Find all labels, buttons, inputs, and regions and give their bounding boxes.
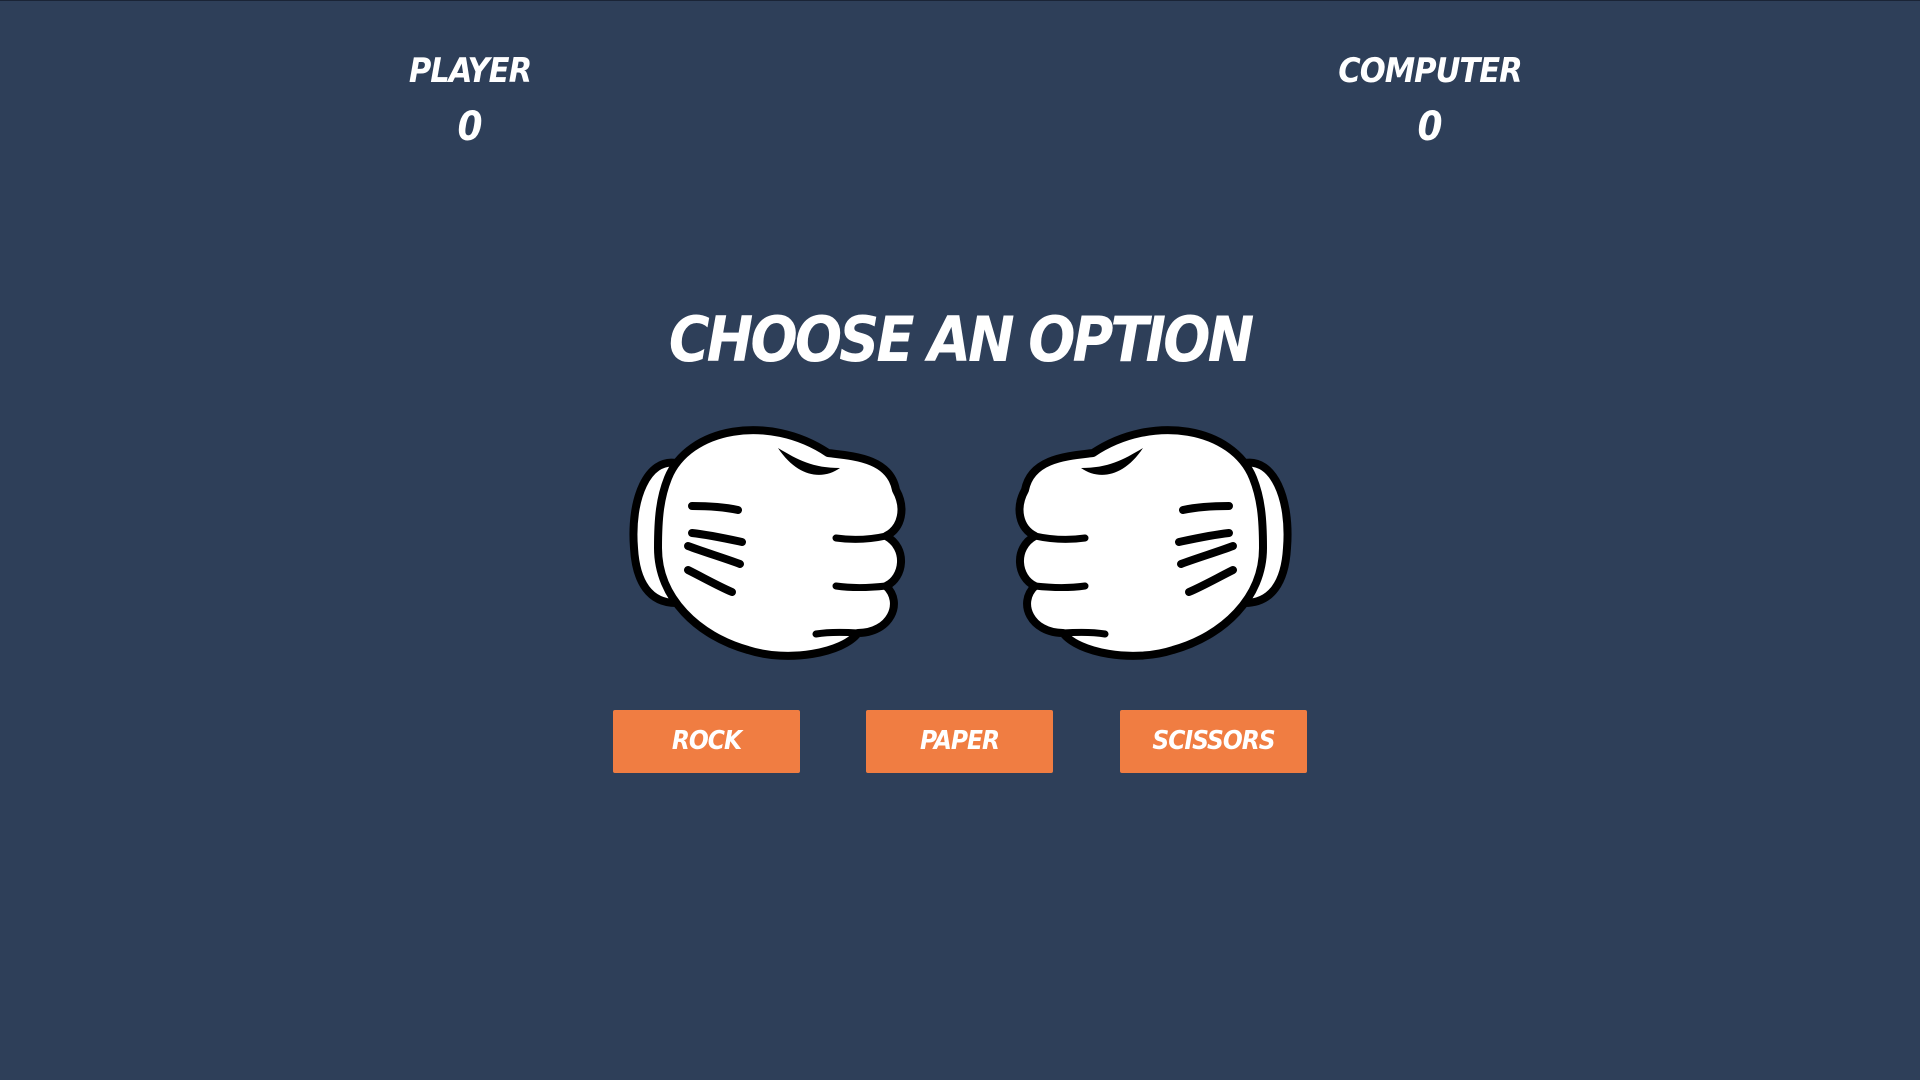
paper-button[interactable]: PAPER — [866, 710, 1053, 773]
computer-fist-icon — [1015, 426, 1292, 660]
scissors-button[interactable]: SCISSORS — [1120, 710, 1307, 773]
computer-score-panel: COMPUTER 0 — [1270, 48, 1590, 152]
player-label: PLAYER — [408, 51, 532, 91]
option-buttons: ROCK PAPER SCISSORS — [613, 710, 1309, 773]
rock-button[interactable]: ROCK — [613, 710, 800, 773]
page-title: CHOOSE AN OPTION — [668, 303, 1255, 376]
top-border — [0, 0, 1920, 1]
player-score: 0 — [457, 104, 483, 150]
player-score-panel: PLAYER 0 — [310, 48, 630, 152]
computer-score: 0 — [1417, 104, 1443, 150]
player-fist-icon — [629, 426, 906, 660]
computer-label: COMPUTER — [1338, 51, 1522, 91]
